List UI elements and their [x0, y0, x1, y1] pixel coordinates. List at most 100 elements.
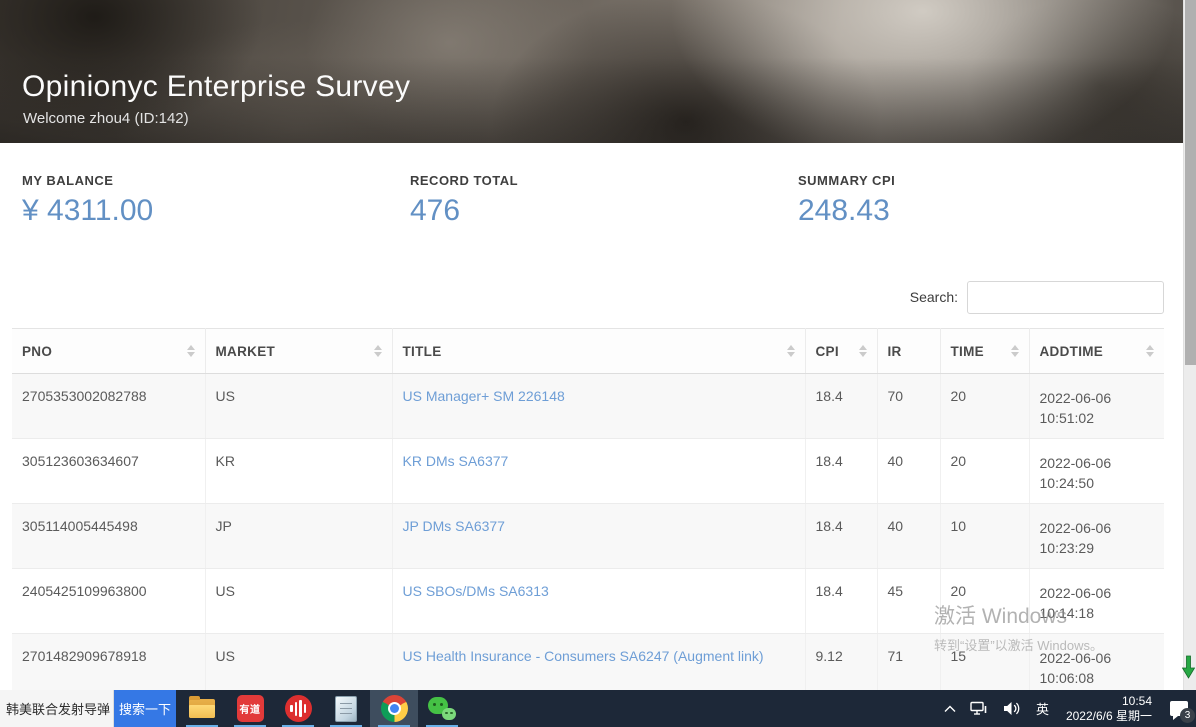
- column-header-addtime[interactable]: ADDTIME: [1029, 329, 1164, 374]
- column-header-pno[interactable]: PNO: [12, 329, 205, 374]
- cell-cpi: 18.4: [805, 374, 877, 439]
- cell-title: US Health Insurance - Consumers SA6247 (…: [392, 634, 805, 699]
- cell-time: 15: [940, 634, 1029, 699]
- cell-addtime: 2022-06-0610:51:02: [1029, 374, 1164, 439]
- cell-market: US: [205, 634, 392, 699]
- cell-ir: 70: [877, 374, 940, 439]
- cell-title: KR DMs SA6377: [392, 439, 805, 504]
- cell-ir: 40: [877, 504, 940, 569]
- survey-table: PNO MARKET TITLE CPI IR TIME ADDTIME 270…: [12, 328, 1164, 699]
- cell-cpi: 18.4: [805, 504, 877, 569]
- cell-ir: 45: [877, 569, 940, 634]
- cell-market: KR: [205, 439, 392, 504]
- welcome-text: Welcome zhou4 (ID:142): [23, 110, 189, 127]
- clock-time: 10:54: [1066, 694, 1152, 709]
- sort-icon: [779, 345, 795, 357]
- cell-market: US: [205, 569, 392, 634]
- taskbar-notepad-button[interactable]: [322, 690, 370, 727]
- cell-pno: 305123603634607: [12, 439, 205, 504]
- stat-value: ¥ 4311.00: [22, 194, 153, 228]
- cell-pno: 2705353002082788: [12, 374, 205, 439]
- clock-date: 2022/6/6 星期一: [1066, 709, 1152, 724]
- column-header-ir[interactable]: IR: [877, 329, 940, 374]
- stat-label: MY BALANCE: [22, 173, 153, 188]
- volume-icon[interactable]: [996, 690, 1029, 727]
- survey-title-link[interactable]: JP DMs SA6377: [403, 518, 505, 534]
- cell-addtime: 2022-06-0610:14:18: [1029, 569, 1164, 634]
- page-scrollbar: [1183, 0, 1196, 690]
- taskbar-search-box[interactable]: 韩美联合发射导弹: [0, 690, 114, 727]
- cell-ir: 40: [877, 439, 940, 504]
- column-header-market[interactable]: MARKET: [205, 329, 392, 374]
- stat-label: SUMMARY CPI: [798, 173, 895, 188]
- cell-cpi: 9.12: [805, 634, 877, 699]
- table-search-row: Search:: [0, 281, 1164, 314]
- cell-title: JP DMs SA6377: [392, 504, 805, 569]
- network-icon[interactable]: [963, 690, 996, 727]
- taskbar-file-explorer-button[interactable]: [178, 690, 226, 727]
- cell-cpi: 18.4: [805, 439, 877, 504]
- table-row: 305114005445498 JP JP DMs SA6377 18.4 40…: [12, 504, 1164, 569]
- cell-pno: 2701482909678918: [12, 634, 205, 699]
- desktop-screen: Opinionyc Enterprise Survey Welcome zhou…: [0, 0, 1196, 727]
- search-input[interactable]: [967, 281, 1164, 314]
- stat-value: 248.43: [798, 194, 895, 228]
- taskbar-wechat-button[interactable]: [418, 690, 466, 727]
- action-center-button[interactable]: 3: [1162, 690, 1196, 727]
- stat-value: 476: [410, 194, 518, 228]
- sort-icon: [366, 345, 382, 357]
- cell-time: 10: [940, 504, 1029, 569]
- search-label: Search:: [910, 289, 958, 305]
- column-header-title[interactable]: TITLE: [392, 329, 805, 374]
- cell-pno: 2405425109963800: [12, 569, 205, 634]
- notepad-icon: [335, 696, 357, 722]
- table-row: 2701482909678918 US US Health Insurance …: [12, 634, 1164, 699]
- cell-addtime: 2022-06-0610:24:50: [1029, 439, 1164, 504]
- download-arrow-icon[interactable]: [1182, 655, 1195, 684]
- sort-icon: [1138, 345, 1154, 357]
- taskbar-clock[interactable]: 10:54 2022/6/6 星期一: [1056, 694, 1162, 724]
- taskbar-music-button[interactable]: [274, 690, 322, 727]
- cell-time: 20: [940, 374, 1029, 439]
- cell-title: US Manager+ SM 226148: [392, 374, 805, 439]
- cell-market: US: [205, 374, 392, 439]
- column-header-cpi[interactable]: CPI: [805, 329, 877, 374]
- survey-title-link[interactable]: US Health Insurance - Consumers SA6247 (…: [403, 648, 764, 664]
- cell-title: US SBOs/DMs SA6313: [392, 569, 805, 634]
- tray-chevron-up-icon[interactable]: [937, 690, 963, 727]
- survey-title-link[interactable]: US SBOs/DMs SA6313: [403, 583, 549, 599]
- cell-ir: 71: [877, 634, 940, 699]
- table-header-row: PNO MARKET TITLE CPI IR TIME ADDTIME: [12, 329, 1164, 374]
- table-row: 305123603634607 KR KR DMs SA6377 18.4 40…: [12, 439, 1164, 504]
- sort-icon: [179, 345, 195, 357]
- table-row: 2705353002082788 US US Manager+ SM 22614…: [12, 374, 1164, 439]
- taskbar-search-button[interactable]: 搜索一下: [114, 690, 176, 727]
- wechat-icon: [428, 696, 456, 722]
- table-row: 2405425109963800 US US SBOs/DMs SA6313 1…: [12, 569, 1164, 634]
- stat-summary-cpi: SUMMARY CPI 248.43: [798, 173, 895, 228]
- column-header-time[interactable]: TIME: [940, 329, 1029, 374]
- survey-title-link[interactable]: KR DMs SA6377: [403, 453, 509, 469]
- cell-market: JP: [205, 504, 392, 569]
- cell-pno: 305114005445498: [12, 504, 205, 569]
- cell-addtime: 2022-06-0610:23:29: [1029, 504, 1164, 569]
- file-explorer-icon: [189, 699, 215, 718]
- sort-icon: [851, 345, 867, 357]
- cell-cpi: 18.4: [805, 569, 877, 634]
- page-title: Opinionyc Enterprise Survey: [22, 70, 410, 104]
- taskbar-youdao-button[interactable]: 有道: [226, 690, 274, 727]
- chrome-icon: [381, 695, 408, 722]
- taskbar-apps: 有道: [178, 690, 466, 727]
- stat-label: RECORD TOTAL: [410, 173, 518, 188]
- hero-banner: Opinionyc Enterprise Survey Welcome zhou…: [0, 0, 1183, 143]
- youdao-dict-icon: 有道: [237, 695, 264, 722]
- taskbar-chrome-button[interactable]: [370, 690, 418, 727]
- music-app-icon: [285, 695, 312, 722]
- notification-badge: 3: [1180, 708, 1195, 723]
- survey-title-link[interactable]: US Manager+ SM 226148: [403, 388, 565, 404]
- input-language-indicator[interactable]: 英: [1029, 690, 1056, 727]
- windows-taskbar: 韩美联合发射导弹 搜索一下 有道: [0, 690, 1196, 727]
- cell-addtime: 2022-06-0610:06:08: [1029, 634, 1164, 699]
- cell-time: 20: [940, 439, 1029, 504]
- scrollbar-thumb[interactable]: [1185, 0, 1196, 365]
